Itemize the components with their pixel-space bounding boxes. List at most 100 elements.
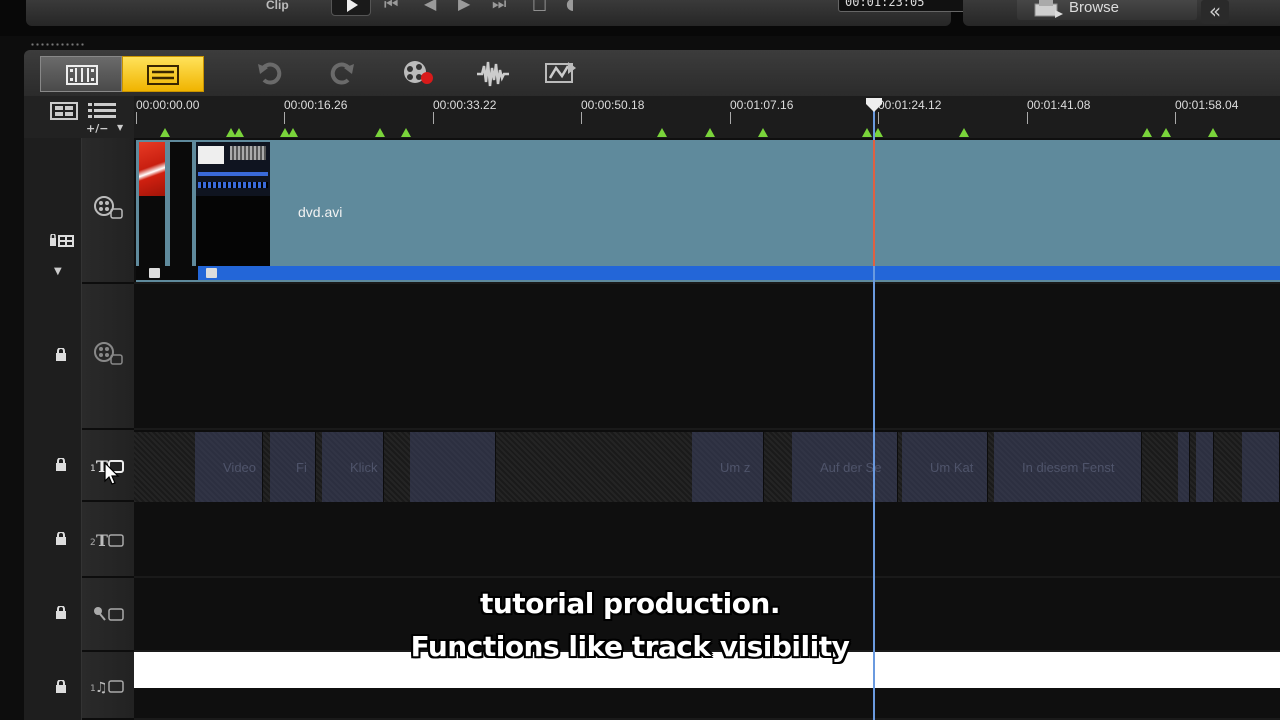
- title-clip[interactable]: Auf der Se: [792, 432, 898, 502]
- storyboard-view-button[interactable]: [40, 56, 122, 92]
- subtitle-line: tutorial production.: [479, 587, 781, 620]
- chapter-marker[interactable]: [862, 128, 872, 137]
- title-clip-text: Video: [223, 460, 257, 475]
- timeline-view-switcher: +/− ▼: [24, 96, 134, 138]
- title-clip[interactable]: Fi: [270, 432, 316, 502]
- zoom-dropdown-icon[interactable]: ▼: [117, 123, 123, 132]
- music-note-icon: 1 ♫: [90, 680, 124, 696]
- chapter-marker[interactable]: [758, 128, 768, 137]
- clip-mode-label[interactable]: Clip: [266, 0, 289, 12]
- chapter-marker[interactable]: [160, 128, 170, 137]
- title-track-2-header[interactable]: 2 T: [82, 502, 134, 578]
- overlay-track-header[interactable]: [82, 284, 134, 430]
- title-clip[interactable]: Um Kat: [902, 432, 988, 502]
- chapter-marker[interactable]: [1142, 128, 1152, 137]
- lock-icon[interactable]: [55, 348, 67, 361]
- auto-music-icon[interactable]: [544, 60, 578, 86]
- lock-icon[interactable]: [55, 680, 67, 693]
- title-clip-text: Klick: [350, 460, 378, 475]
- tick-label: 00:01:07.16: [730, 98, 794, 112]
- title-clip[interactable]: Klick: [322, 432, 384, 502]
- chapter-marker[interactable]: [288, 128, 298, 137]
- subtitle-line: Functions like track visibility: [410, 630, 850, 663]
- transition-icon[interactable]: [149, 268, 160, 278]
- ruler-tick: [136, 112, 137, 124]
- chapter-marker[interactable]: [401, 128, 411, 137]
- repeat-icon[interactable]: □: [532, 0, 547, 13]
- timeline-view-button[interactable]: [122, 56, 204, 92]
- title-clip[interactable]: Video: [195, 432, 263, 502]
- zoom-control[interactable]: +/−: [86, 122, 108, 135]
- svg-text:♫: ♫: [95, 680, 108, 696]
- title-track-2[interactable]: [134, 502, 1280, 578]
- redo-icon[interactable]: [330, 60, 356, 86]
- voice-track-header[interactable]: [82, 578, 134, 652]
- ruler-tick: [730, 112, 731, 124]
- video-track-icon: [94, 196, 123, 219]
- folder-icon: [1034, 0, 1063, 18]
- thumbnail-window-shape: [198, 146, 224, 164]
- video-subtitles: tutorial production. Functions like trac…: [300, 582, 960, 668]
- title-clip[interactable]: Um z: [692, 432, 764, 502]
- undo-icon[interactable]: [256, 60, 282, 86]
- timecode-display[interactable]: 00:01:23:05: [838, 0, 968, 12]
- clip-thumbnail-dark: [196, 196, 270, 266]
- time-ruler[interactable]: 00:00:00.00 00:00:16.26 00:00:33.22 00:0…: [134, 96, 1280, 138]
- chapter-marker[interactable]: [705, 128, 715, 137]
- svg-text:T: T: [96, 531, 108, 550]
- title-clip[interactable]: [410, 432, 496, 502]
- previous-frame-icon[interactable]: ◀: [424, 0, 436, 13]
- microphone-icon: [94, 607, 124, 621]
- title-clip[interactable]: [1178, 432, 1190, 502]
- music-track-header[interactable]: 1 ♫: [82, 652, 134, 720]
- playhead-handle-icon[interactable]: [866, 98, 882, 112]
- audio-speaker-icon[interactable]: [206, 268, 217, 278]
- title-clip[interactable]: In diesem Fenst: [994, 432, 1142, 502]
- track-control-rail: ▼: [24, 138, 82, 720]
- tick-label: 00:01:58.04: [1175, 98, 1239, 112]
- clip-audio-strip: [136, 266, 1280, 280]
- lock-icon[interactable]: [55, 606, 67, 619]
- chapter-marker[interactable]: [375, 128, 385, 137]
- record-capture-icon[interactable]: [402, 60, 436, 86]
- show-all-tracks-icon[interactable]: [50, 102, 78, 120]
- title-clip[interactable]: [1242, 432, 1280, 502]
- ruler-tick: [1027, 112, 1028, 124]
- overlay-track[interactable]: [134, 284, 1280, 430]
- lock-icon[interactable]: [55, 458, 67, 471]
- svg-text:2: 2: [90, 538, 96, 548]
- thumbnail-bar-shape: [198, 182, 268, 188]
- panel-grip-handle[interactable]: [30, 42, 86, 48]
- chapter-marker[interactable]: [1208, 128, 1218, 137]
- chapter-marker[interactable]: [234, 128, 244, 137]
- next-frame-icon[interactable]: ▶: [458, 0, 470, 13]
- track-manager-icon[interactable]: [88, 102, 116, 120]
- thumbnail-bar-shape: [198, 172, 268, 176]
- chapter-marker[interactable]: [1161, 128, 1171, 137]
- title-clip-text: Um Kat: [930, 460, 974, 475]
- play-button[interactable]: [331, 0, 371, 16]
- title-clip-text: Um z: [720, 460, 751, 475]
- sound-mixer-icon[interactable]: [476, 60, 510, 88]
- tick-label: 00:00:33.22: [433, 98, 497, 112]
- browse-label: Browse: [1069, 0, 1120, 16]
- video-editor-window: Clip ⏮ ◀ ▶ ⏭ □ ◖ 00:01:23:05 Browse « +/…: [0, 0, 1280, 720]
- enable-ripple-editing-icon[interactable]: [50, 234, 74, 248]
- player-control-bar: Clip ⏮ ◀ ▶ ⏭ □ ◖ 00:01:23:05: [26, 0, 968, 26]
- lock-icon[interactable]: [55, 532, 67, 545]
- volume-icon[interactable]: ◖: [566, 0, 574, 13]
- ripple-dropdown-icon[interactable]: ▼: [54, 266, 62, 277]
- home-icon[interactable]: ⏮: [384, 0, 398, 14]
- title-clip[interactable]: [1196, 432, 1214, 502]
- chapter-marker[interactable]: [657, 128, 667, 137]
- chapter-marker[interactable]: [959, 128, 969, 137]
- clip-thumbnail-dark: [139, 196, 165, 266]
- title-clip-text: Fi: [296, 460, 307, 475]
- end-icon[interactable]: ⏭: [492, 0, 506, 14]
- storyboard-view-icon: [66, 65, 98, 85]
- video-track-header[interactable]: [82, 138, 134, 284]
- browse-button[interactable]: Browse: [1017, 0, 1197, 20]
- mouse-pointer-icon: [104, 462, 120, 485]
- collapse-panel-button[interactable]: «: [1201, 0, 1229, 24]
- svg-text:1: 1: [90, 464, 96, 474]
